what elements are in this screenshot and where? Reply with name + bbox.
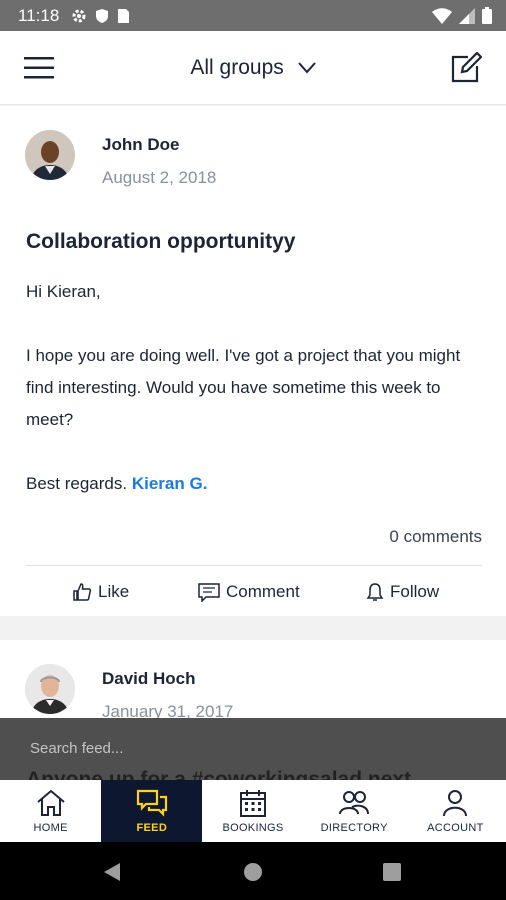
person-icon bbox=[443, 790, 468, 817]
comment-icon bbox=[198, 583, 220, 602]
nav-directory-label: DIRECTORY bbox=[320, 822, 388, 834]
post-title: Collaboration opportunityy bbox=[26, 230, 296, 253]
calendar-icon bbox=[240, 790, 266, 817]
nav-home[interactable]: HOME bbox=[0, 780, 101, 842]
like-button[interactable]: Like bbox=[72, 576, 129, 608]
nav-directory[interactable]: DIRECTORY bbox=[304, 780, 405, 842]
comments-count[interactable]: 0 comments bbox=[389, 527, 482, 547]
feed-post: David Hoch January 31, 2017 bbox=[0, 640, 506, 730]
recents-icon[interactable] bbox=[383, 863, 401, 881]
nav-bookings-label: BOOKINGS bbox=[222, 822, 284, 834]
post-title-peek: Anyone up for a #coworkingsalad next bbox=[26, 768, 412, 780]
search-feed-bar[interactable]: Search feed... Anyone up for a #coworkin… bbox=[0, 718, 506, 780]
search-input-placeholder[interactable]: Search feed... bbox=[30, 740, 123, 757]
people-icon bbox=[339, 791, 370, 815]
nav-feed[interactable]: FEED bbox=[101, 780, 203, 842]
back-icon[interactable] bbox=[102, 862, 122, 882]
follow-label: Follow bbox=[390, 582, 440, 601]
nav-bookings[interactable]: BOOKINGS bbox=[202, 780, 303, 842]
app-bar: All groups bbox=[0, 31, 506, 105]
home-circle-icon[interactable] bbox=[243, 862, 263, 882]
post-author[interactable]: David Hoch bbox=[102, 669, 196, 689]
sim-card-icon bbox=[118, 8, 130, 23]
post-greeting: Hi Kieran, bbox=[26, 282, 101, 301]
post-body: Hi Kieran, I hope you are doing well. I'… bbox=[26, 276, 486, 500]
divider bbox=[26, 565, 482, 566]
avatar[interactable] bbox=[25, 130, 75, 180]
settings-icon bbox=[72, 9, 86, 22]
system-nav-bar bbox=[0, 842, 506, 900]
follow-button[interactable]: Follow bbox=[366, 576, 439, 608]
group-selector-label: All groups bbox=[190, 56, 284, 79]
group-selector[interactable]: All groups bbox=[0, 56, 506, 80]
feed-icon bbox=[136, 789, 167, 817]
post-signoff: Best regards. bbox=[26, 474, 128, 493]
feed-post: John Doe August 2, 2018 Collaboration op… bbox=[0, 106, 506, 616]
status-time: 11:18 bbox=[18, 5, 60, 25]
wifi-icon bbox=[432, 7, 452, 24]
bottom-nav: HOME FEED BOOKINGS DIRECTORY ACCOUNT bbox=[0, 780, 506, 842]
post-actions: Like Comment Follow bbox=[0, 576, 506, 608]
shield-icon bbox=[96, 8, 109, 23]
comment-button[interactable]: Comment bbox=[198, 576, 300, 608]
mention-link[interactable]: Kieran G. bbox=[132, 474, 208, 493]
post-text: I hope you are doing well. I've got a pr… bbox=[26, 346, 461, 429]
post-date: August 2, 2018 bbox=[102, 168, 217, 187]
thumbs-up-icon bbox=[73, 583, 92, 601]
home-icon bbox=[36, 789, 65, 816]
nav-feed-label: FEED bbox=[136, 822, 168, 834]
bell-icon bbox=[366, 583, 384, 601]
like-label: Like bbox=[98, 582, 130, 601]
signal-icon bbox=[459, 7, 475, 24]
avatar[interactable] bbox=[25, 664, 75, 714]
battery-icon bbox=[482, 7, 492, 24]
comment-label: Comment bbox=[226, 582, 300, 601]
status-bar: 11:18 bbox=[0, 0, 506, 31]
post-signoff-line: Best regards. Kieran G. bbox=[26, 468, 486, 500]
nav-account[interactable]: ACCOUNT bbox=[405, 780, 506, 842]
chevron-down-icon bbox=[297, 62, 316, 74]
compose-icon[interactable] bbox=[450, 52, 482, 84]
nav-account-label: ACCOUNT bbox=[427, 822, 484, 834]
post-author[interactable]: John Doe bbox=[102, 135, 179, 155]
nav-home-label: HOME bbox=[33, 822, 68, 834]
